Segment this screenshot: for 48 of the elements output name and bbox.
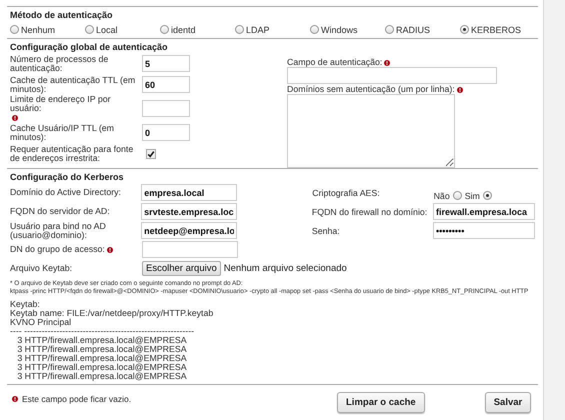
- radio-label: Local: [96, 24, 118, 34]
- input-field[interactable]: 0: [142, 124, 190, 141]
- action-button[interactable]: Salvar: [484, 392, 532, 413]
- input-field[interactable]: empresa.local: [141, 184, 238, 201]
- field-label: FQDN do servidor de AD:: [10, 207, 110, 216]
- section-title: Método de autenticação: [10, 10, 114, 20]
- field-label: Arquivo Keytab:: [10, 264, 72, 273]
- field-label: Requer autenticação para fonte de endereços irrestrita:: [10, 144, 134, 162]
- field-label: Limite de endereço IP por usuário:: [10, 95, 112, 113]
- radio-label: Sim: [464, 190, 480, 200]
- input-field[interactable]: 60: [142, 76, 190, 93]
- field-label: Senha:: [312, 226, 340, 236]
- field-label: Campo de autenticação:: [287, 57, 382, 67]
- field-label: Número de processos de autenticação:: [10, 54, 110, 72]
- keytab-line: 3 HTTP/firewall.empresa.local@EMPRESA: [16, 336, 188, 345]
- keytab-line: 3 HTTP/firewall.empresa.local@EMPRESA: [16, 372, 188, 381]
- section-title: Configuração global de autenticação: [10, 42, 169, 52]
- section-title: Configuração do Kerberos: [10, 172, 125, 182]
- radio-label: Nenhum: [21, 24, 56, 34]
- field-label: Cache Usuário/IP TTL (em minutos):: [10, 124, 115, 142]
- legend-text: Este campo pode ficar vazio.: [22, 394, 132, 404]
- choose-file-button[interactable]: Escolher arquivo: [142, 261, 221, 276]
- field-label: Criptografia AES:: [312, 188, 380, 198]
- radio-label: Não: [434, 190, 450, 200]
- keytab-line: Keytab name: FILE:/var/netdeep/proxy/HTTP.keytab: [10, 309, 214, 318]
- input-field[interactable]: •••••••••: [433, 222, 535, 239]
- input-field[interactable]: firewall.empresa.loca: [433, 203, 535, 220]
- radio-label: LDAP: [246, 24, 270, 34]
- field-label: FQDN do firewall no domínio:: [312, 206, 428, 216]
- file-status: Nenhum arquivo selecionado: [224, 263, 347, 274]
- keytab-line: 3 HTTP/firewall.empresa.local@EMPRESA: [16, 363, 188, 372]
- keytab-line: ---- ----------------------------------------------------------: [10, 327, 196, 336]
- keytab-line: 3 HTTP/firewall.empresa.local@EMPRESA: [16, 354, 188, 363]
- field-label: Domínio do Active Directory:: [10, 188, 121, 197]
- field-label: Usuário para bind no AD (usuario@dominio):: [10, 222, 107, 240]
- keytab-line: Keytab:: [10, 300, 41, 309]
- keytab-line: KVNO Principal: [10, 318, 72, 327]
- field-label: Cache de autenticação TTL (em minutos):: [10, 76, 136, 94]
- radio-label: Windows: [321, 24, 358, 34]
- field-label: DN do grupo de acesso:: [10, 245, 105, 254]
- keytab-line: 3 HTTP/firewall.empresa.local@EMPRESA: [16, 345, 188, 354]
- radio-label: KERBEROS: [471, 24, 522, 34]
- input-field[interactable]: srvteste.empresa.loc: [141, 203, 238, 220]
- input-field[interactable]: 5: [142, 55, 190, 72]
- action-button[interactable]: Limpar o cache: [337, 392, 425, 413]
- field-label: Domínios sem autenticação (um por linha):: [287, 84, 455, 94]
- radio-label: RADIUS: [396, 24, 430, 34]
- radio-label: identd: [171, 24, 196, 34]
